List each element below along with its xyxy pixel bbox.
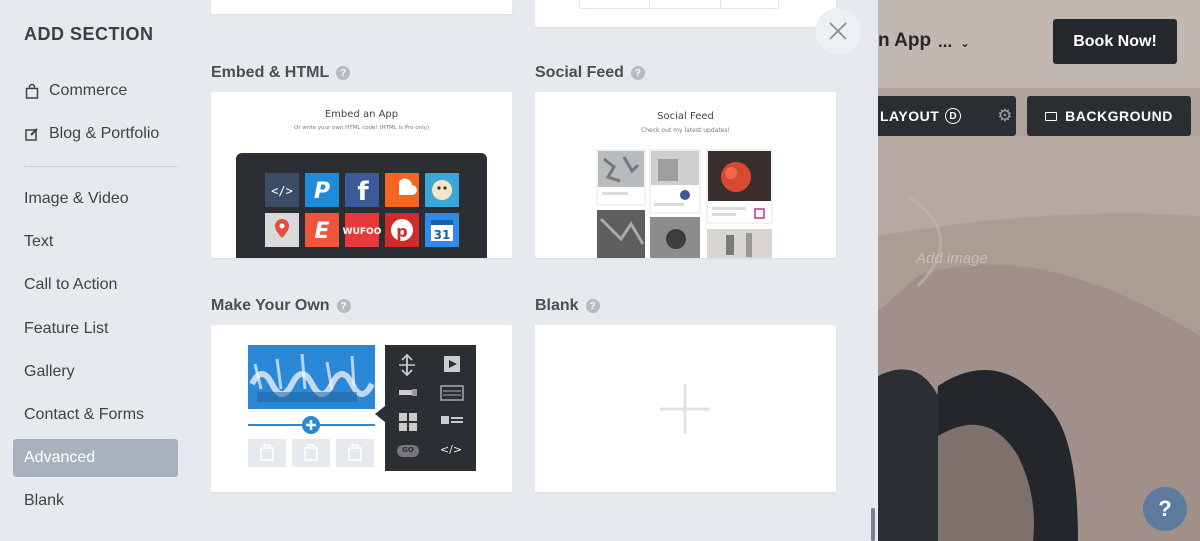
image-icon [1045, 111, 1058, 121]
help-button[interactable]: ? [1143, 487, 1187, 531]
paypal-icon: P [305, 173, 339, 207]
help-icon[interactable]: ? [336, 66, 351, 80]
bag-icon [24, 83, 40, 99]
eventbrite-icon: E [305, 213, 339, 247]
sidebar-title: ADD SECTION [24, 24, 154, 44]
section-title-text: Blank [535, 297, 579, 314]
section-title-blank: Blank ? [535, 297, 600, 315]
svg-text:</>: </> [271, 184, 293, 198]
table-preview-cell [649, 0, 721, 9]
sidebar-item-label: Commerce [49, 82, 128, 99]
svg-text:WUFOO: WUFOO [343, 227, 382, 237]
add-section-sidebar: ADD SECTION Commerce Blog & Portfolio Im… [0, 0, 190, 541]
template-card-blank[interactable] [535, 325, 836, 492]
help-icon[interactable]: ? [336, 299, 351, 313]
wufoo-icon: WUFOO [343, 213, 382, 247]
template-card-partial[interactable] [211, 0, 512, 14]
section-title-text: Social Feed [535, 64, 624, 81]
close-button[interactable] [815, 8, 861, 54]
template-card-partial[interactable] [535, 0, 836, 27]
nav-more-menu[interactable]: ... ⌄ [938, 32, 970, 52]
sidebar-item-label: Gallery [24, 363, 75, 380]
code-app-icon: </> [265, 173, 299, 207]
template-card-embed-html[interactable]: Embed an App Or write your own HTML code… [211, 92, 512, 258]
social-feed-grid [596, 149, 773, 258]
layout-label: LAYOUT [880, 108, 940, 124]
chevron-down-icon: ⌄ [959, 36, 970, 50]
sidebar-item-label: Feature List [24, 320, 109, 337]
sidebar-item-feature-list[interactable]: Feature List [13, 310, 178, 348]
sidebar-item-label: Contact & Forms [24, 406, 145, 423]
sidebar-item-advanced[interactable]: Advanced [13, 439, 178, 477]
site-title[interactable]: n App [878, 30, 931, 52]
section-title-text: Embed & HTML [211, 64, 330, 81]
section-title-embed-html: Embed & HTML ? [211, 64, 351, 82]
layout-badge: D [945, 108, 962, 124]
template-card-make-your-own[interactable]: GO </> [211, 325, 512, 492]
svg-text:p: p [396, 222, 407, 241]
site-preview: n App ... ⌄ Book Now! LAYOUT D ⚙ BACKGRO… [878, 0, 1200, 541]
section-title-text: Make Your Own [211, 297, 330, 314]
section-title-make-your-own: Make Your Own ? [211, 297, 351, 315]
social-preview-title: Social Feed [657, 111, 714, 122]
layout-button[interactable]: LAYOUT D ⚙ [878, 96, 1016, 136]
edit-icon [24, 126, 40, 142]
pinterest-icon: p [385, 213, 419, 247]
code-icon: </> [439, 443, 463, 456]
sidebar-item-label: Advanced [24, 449, 96, 466]
svg-text:31: 31 [434, 228, 451, 242]
background-button[interactable]: BACKGROUND [1027, 96, 1191, 136]
sidebar-item-label: Call to Action [24, 276, 118, 293]
help-icon[interactable]: ? [630, 66, 645, 80]
svg-text:E: E [314, 219, 329, 244]
sidebar-item-label: Text [24, 233, 54, 250]
svg-text:P: P [314, 179, 330, 204]
close-icon [829, 22, 847, 40]
sidebar-item-blog-portfolio[interactable]: Blog & Portfolio [13, 115, 178, 153]
sidebar-item-text[interactable]: Text [13, 223, 178, 261]
embed-preview-subtitle: Or write your own HTML code! (HTML is Pr… [294, 125, 429, 131]
sidebar-item-blank[interactable]: Blank [13, 482, 178, 520]
app-grid-preview: </> P f E WUFOO p 31 [236, 153, 487, 258]
mailchimp-icon [425, 173, 459, 207]
help-icon[interactable]: ? [585, 299, 600, 313]
plus-icon [660, 384, 710, 434]
social-preview-subtitle: Check out my latest updates! [641, 127, 730, 134]
scrollbar-track[interactable] [868, 0, 878, 541]
book-now-button[interactable]: Book Now! [1053, 19, 1177, 64]
facebook-icon: f [345, 173, 379, 207]
sidebar-item-image-video[interactable]: Image & Video [13, 180, 178, 218]
template-card-social-feed[interactable]: Social Feed Check out my latest updates! [535, 92, 836, 258]
sidebar-item-call-to-action[interactable]: Call to Action [13, 266, 178, 304]
google-maps-icon [265, 213, 299, 247]
sidebar-item-label: Blank [24, 492, 65, 509]
sidebar-item-label: Blog & Portfolio [49, 125, 160, 142]
section-templates-panel: Embed & HTML ? Embed an App Or write you… [190, 0, 875, 541]
svg-text:f: f [357, 177, 369, 207]
sidebar-item-label: Image & Video [24, 190, 129, 207]
calendar-icon: 31 [425, 213, 459, 247]
section-title-social-feed: Social Feed ? [535, 64, 645, 82]
sidebar-item-contact-forms[interactable]: Contact & Forms [13, 396, 178, 434]
add-image-placeholder[interactable]: Add image [916, 250, 988, 267]
background-photo [878, 136, 1200, 541]
background-label: BACKGROUND [1065, 108, 1173, 124]
nav-more-label: ... [938, 32, 953, 51]
go-button-preview: GO [402, 446, 414, 454]
embed-preview-title: Embed an App [324, 109, 399, 120]
sidebar-divider [24, 166, 178, 167]
sidebar-item-gallery[interactable]: Gallery [13, 353, 178, 391]
soundcloud-icon [385, 173, 419, 207]
scrollbar-thumb[interactable] [871, 508, 875, 541]
gear-icon[interactable]: ⚙ [997, 106, 1013, 126]
sidebar-item-commerce[interactable]: Commerce [13, 72, 178, 110]
